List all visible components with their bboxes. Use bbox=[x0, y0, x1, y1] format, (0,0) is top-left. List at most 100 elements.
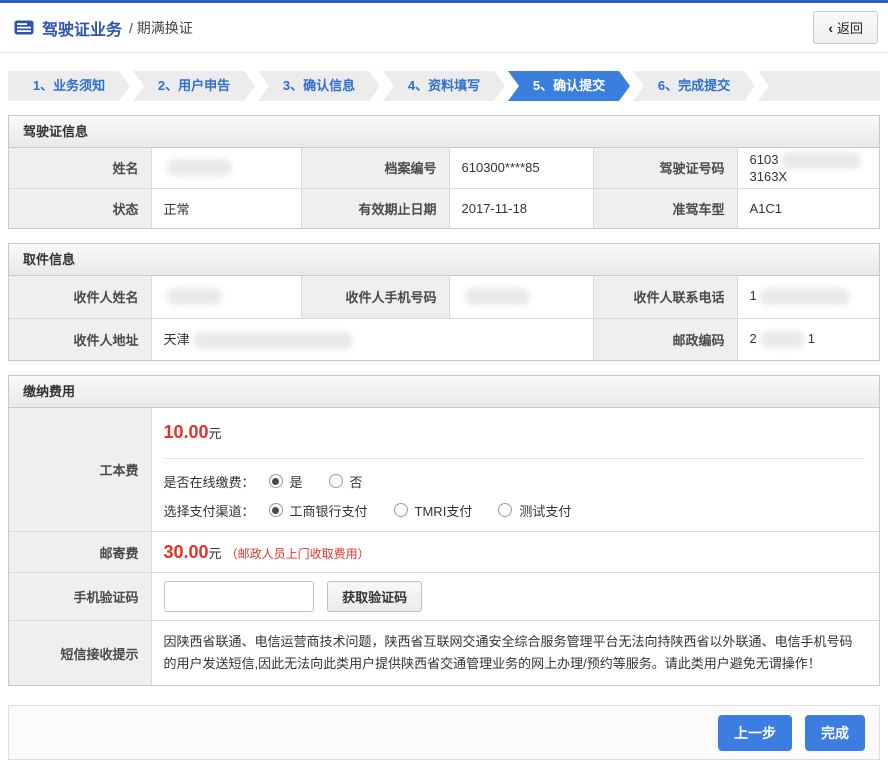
sms-code-label: 手机验证码 bbox=[9, 573, 151, 621]
postal-code-prefix: 2 bbox=[750, 331, 757, 346]
recipient-phone-label: 收件人联系电话 bbox=[593, 276, 737, 318]
radio-option-label: 否 bbox=[350, 472, 363, 491]
recipient-address-value: 天津 bbox=[151, 318, 593, 360]
pickup-info-section: 取件信息 收件人姓名 收件人手机号码 收件人联系电话 1 收件人地址 天津 邮政… bbox=[8, 243, 880, 361]
steps-filler bbox=[758, 71, 880, 101]
radio-option-label: 工商银行支付 bbox=[290, 501, 368, 520]
page-title: 驾驶证业务 bbox=[42, 16, 122, 40]
radio-option-test-pay[interactable]: 测试支付 bbox=[498, 501, 571, 520]
redacted-value bbox=[465, 288, 530, 305]
step-3-confirm-info[interactable]: 3、确认信息 bbox=[258, 71, 380, 101]
breadcrumb-current: / 期满换证 bbox=[129, 18, 193, 38]
vehicle-type-label: 准驾车型 bbox=[593, 188, 737, 228]
previous-step-button[interactable]: 上一步 bbox=[718, 715, 792, 751]
recipient-mobile-label: 收件人手机号码 bbox=[301, 276, 449, 318]
wizard-steps: 1、业务须知 2、用户申告 3、确认信息 4、资料填写 5、确认提交 6、完成提… bbox=[8, 71, 880, 101]
file-number-label: 档案编号 bbox=[301, 148, 449, 188]
redacted-value bbox=[167, 159, 232, 176]
sms-code-input[interactable] bbox=[164, 581, 314, 612]
pickup-info-table: 收件人姓名 收件人手机号码 收件人联系电话 1 收件人地址 天津 邮政编码 21 bbox=[9, 276, 879, 360]
radio-icon[interactable] bbox=[498, 503, 512, 517]
table-row: 短信接收提示 因陕西省联通、电信运营商技术问题，陕西省互联网交通安全综合服务管理… bbox=[9, 621, 879, 686]
online-pay-row: 是否在线缴费： 是 否 bbox=[164, 470, 866, 492]
postage-fee-cell: 30.00元 （邮政人员上门收取费用） bbox=[151, 532, 879, 573]
production-fee-amount: 10.00 bbox=[164, 422, 209, 442]
finish-button[interactable]: 完成 bbox=[805, 715, 865, 751]
recipient-address-label: 收件人地址 bbox=[9, 318, 151, 360]
redacted-value bbox=[781, 152, 861, 169]
divider bbox=[164, 458, 866, 459]
redacted-value bbox=[760, 288, 850, 305]
radio-option-yes[interactable]: 是 bbox=[269, 472, 303, 491]
table-row: 手机验证码 获取验证码 bbox=[9, 573, 879, 621]
redacted-value bbox=[167, 288, 222, 305]
license-info-section: 驾驶证信息 姓名 档案编号 610300****85 驾驶证号码 6103 316… bbox=[8, 115, 880, 229]
license-info-table: 姓名 档案编号 610300****85 驾驶证号码 61033163X 状态 … bbox=[9, 148, 879, 228]
back-button-label: 返回 bbox=[837, 18, 863, 37]
postal-code-value: 21 bbox=[737, 318, 879, 360]
sms-tip-text: 因陕西省联通、电信运营商技术问题，陕西省互联网交通安全综合服务管理平台无法向持陕… bbox=[151, 621, 879, 686]
recipient-name-value bbox=[151, 276, 301, 318]
radio-option-label: TMRI支付 bbox=[415, 501, 473, 520]
step-5-confirm-submit[interactable]: 5、确认提交 bbox=[508, 71, 630, 101]
radio-icon[interactable] bbox=[269, 474, 283, 488]
step-1-business-notice[interactable]: 1、业务须知 bbox=[8, 71, 130, 101]
chevron-left-icon: ‹ bbox=[828, 21, 833, 35]
radio-option-icbc-pay[interactable]: 工商银行支付 bbox=[269, 501, 368, 520]
postage-fee-note: （邮政人员上门收取费用） bbox=[226, 547, 370, 561]
recipient-phone-value: 1 bbox=[737, 276, 879, 318]
footer-action-bar: 上一步 完成 bbox=[8, 705, 880, 760]
status-value: 正常 bbox=[151, 188, 301, 228]
name-label: 姓名 bbox=[9, 148, 151, 188]
fees-section: 缴纳费用 工本费 10.00元 是否在线缴费： 是 否 bbox=[8, 375, 880, 686]
fees-table: 工本费 10.00元 是否在线缴费： 是 否 bbox=[9, 408, 879, 685]
file-number-value: 610300****85 bbox=[449, 148, 593, 188]
step-6-finish-submit[interactable]: 6、完成提交 bbox=[633, 71, 755, 101]
sms-tip-label: 短信接收提示 bbox=[9, 621, 151, 686]
online-pay-question: 是否在线缴费： bbox=[164, 472, 255, 491]
step-4-fill-data[interactable]: 4、资料填写 bbox=[383, 71, 505, 101]
postage-fee-label: 邮寄费 bbox=[9, 532, 151, 573]
postage-fee-amount: 30.00 bbox=[164, 542, 209, 562]
radio-icon[interactable] bbox=[329, 474, 343, 488]
radio-option-label: 是 bbox=[290, 472, 303, 491]
license-card-icon bbox=[14, 20, 34, 35]
recipient-mobile-value bbox=[449, 276, 593, 318]
license-number-suffix: 3163X bbox=[750, 169, 788, 184]
radio-icon[interactable] bbox=[394, 503, 408, 517]
table-row: 姓名 档案编号 610300****85 驾驶证号码 6103 3163X bbox=[9, 148, 879, 188]
license-number-label: 驾驶证号码 bbox=[593, 148, 737, 188]
fees-section-title: 缴纳费用 bbox=[9, 376, 879, 408]
vehicle-type-value: A1C1 bbox=[737, 188, 879, 228]
valid-until-value: 2017-11-18 bbox=[449, 188, 593, 228]
pickup-info-section-title: 取件信息 bbox=[9, 244, 879, 276]
license-info-section-title: 驾驶证信息 bbox=[9, 116, 879, 148]
radio-icon[interactable] bbox=[269, 503, 283, 517]
status-label: 状态 bbox=[9, 188, 151, 228]
pay-channel-row: 选择支付渠道： 工商银行支付 TMRI支付 测试支付 bbox=[164, 499, 866, 521]
redacted-value bbox=[760, 331, 805, 348]
get-code-button[interactable]: 获取验证码 bbox=[327, 581, 422, 612]
recipient-address-prefix: 天津 bbox=[164, 332, 190, 347]
recipient-name-label: 收件人姓名 bbox=[9, 276, 151, 318]
sms-code-cell: 获取验证码 bbox=[151, 573, 879, 621]
radio-option-tmri-pay[interactable]: TMRI支付 bbox=[394, 501, 473, 520]
name-value bbox=[151, 148, 301, 188]
license-number-value: 6103 3163X bbox=[737, 148, 879, 188]
table-row: 邮寄费 30.00元 （邮政人员上门收取费用） bbox=[9, 532, 879, 573]
radio-option-no[interactable]: 否 bbox=[329, 472, 363, 491]
postal-code-suffix: 1 bbox=[808, 331, 815, 346]
currency-unit: 元 bbox=[209, 546, 222, 561]
step-2-user-declaration[interactable]: 2、用户申告 bbox=[133, 71, 255, 101]
currency-unit: 元 bbox=[209, 426, 222, 441]
table-row: 收件人姓名 收件人手机号码 收件人联系电话 1 bbox=[9, 276, 879, 318]
table-row: 工本费 10.00元 是否在线缴费： 是 否 bbox=[9, 408, 879, 532]
production-fee-cell: 10.00元 是否在线缴费： 是 否 选择支付渠道： bbox=[151, 408, 879, 532]
table-row: 收件人地址 天津 邮政编码 21 bbox=[9, 318, 879, 360]
back-button[interactable]: ‹ 返回 bbox=[813, 11, 878, 44]
production-fee-label: 工本费 bbox=[9, 408, 151, 532]
valid-until-label: 有效期止日期 bbox=[301, 188, 449, 228]
redacted-value bbox=[193, 332, 353, 349]
production-fee-amount-line: 10.00元 bbox=[164, 422, 866, 443]
license-number-prefix: 6103 bbox=[750, 152, 779, 167]
